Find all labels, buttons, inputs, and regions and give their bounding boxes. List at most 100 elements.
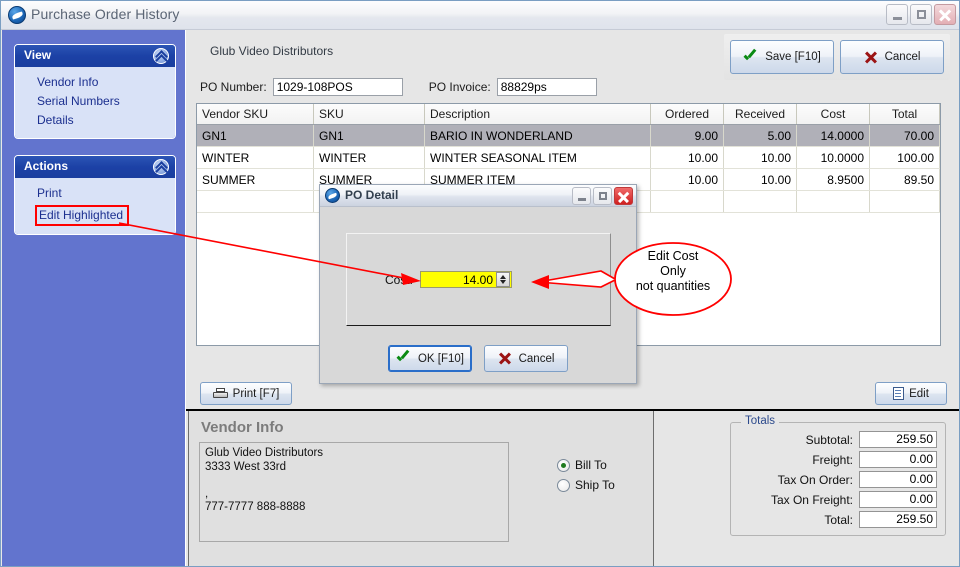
radio-bill-to-icon[interactable] xyxy=(557,458,570,472)
cell-vendor-sku: WINTER xyxy=(197,146,314,169)
sidebar-item-details[interactable]: Details xyxy=(15,111,175,130)
totals-row-freight: Freight: 0.00 xyxy=(731,450,937,469)
panel-body-view: Vendor Info Serial Numbers Details xyxy=(15,67,175,138)
print-f7-label: Print [F7] xyxy=(232,387,280,400)
po-detail-dialog: PO Detail Cost: 14.00 OK [F10] Cancel xyxy=(319,184,637,384)
cell-description: WINTER SEASONAL ITEM xyxy=(424,146,651,169)
cell-description: BARIO IN WONDERLAND xyxy=(424,124,651,147)
totals-rows: Subtotal: 259.50 Freight: 0.00 Tax On Or… xyxy=(731,423,945,529)
totals-label-tax-on-order: Tax On Order: xyxy=(777,472,853,487)
table-row[interactable]: GN1 GN1 BARIO IN WONDERLAND 9.00 5.00 14… xyxy=(197,124,940,147)
panel-header-view[interactable]: View xyxy=(15,45,175,67)
vendor-address-text: Glub Video Distributors 3333 West 33rd ,… xyxy=(199,442,509,542)
dialog-ok-button[interactable]: OK [F10] xyxy=(388,345,472,372)
address-type-radio-group: Bill To Ship To xyxy=(557,455,615,495)
totals-group: Totals Subtotal: 259.50 Freight: 0.00 Ta… xyxy=(730,415,946,536)
column-header-vendor-sku[interactable]: Vendor SKU xyxy=(197,104,314,125)
totals-label-freight: Freight: xyxy=(812,452,853,467)
panel-title-view: View xyxy=(24,48,52,62)
totals-row-total: Total: 259.50 xyxy=(731,510,937,529)
totals-row-subtotal: Subtotal: 259.50 xyxy=(731,430,937,449)
printer-icon xyxy=(212,387,228,400)
close-button[interactable] xyxy=(934,4,956,25)
print-f7-button[interactable]: Print [F7] xyxy=(200,382,292,405)
dialog-field-group: Cost: 14.00 xyxy=(346,233,611,326)
dialog-title: PO Detail xyxy=(345,188,399,202)
sidebar-item-vendor-info[interactable]: Vendor Info xyxy=(15,73,175,92)
cell-received: 5.00 xyxy=(723,124,797,147)
cost-input-value: 14.00 xyxy=(462,272,494,287)
totals-value-tax-on-order[interactable]: 0.00 xyxy=(859,471,937,488)
panel-body-actions: Print Edit Highlighted xyxy=(15,178,175,234)
totals-value-total[interactable]: 259.50 xyxy=(859,511,937,528)
document-icon xyxy=(893,387,905,400)
radio-bill-to-label: Bill To xyxy=(575,458,607,472)
cell-sku: GN1 xyxy=(313,124,425,147)
cost-input[interactable]: 14.00 xyxy=(420,271,513,288)
minimize-icon xyxy=(893,17,902,20)
purchase-order-history-window: Purchase Order History View Vendor Info … xyxy=(0,0,960,567)
window-controls xyxy=(886,4,956,25)
cancel-button[interactable]: Cancel xyxy=(840,40,944,74)
table-row[interactable]: WINTER WINTER WINTER SEASONAL ITEM 10.00… xyxy=(197,146,940,169)
minimize-button[interactable] xyxy=(886,4,908,25)
radio-ship-to-icon[interactable] xyxy=(557,478,570,492)
totals-label-total: Total: xyxy=(824,512,853,527)
column-header-received[interactable]: Received xyxy=(723,104,797,125)
totals-row-tax-on-order: Tax On Order: 0.00 xyxy=(731,470,937,489)
chevron-up-circle-icon[interactable] xyxy=(153,48,169,64)
po-invoice-input[interactable] xyxy=(496,78,597,96)
totals-area: Totals Subtotal: 259.50 Freight: 0.00 Ta… xyxy=(654,411,959,566)
cancel-button-label: Cancel xyxy=(884,51,921,63)
chevron-up-circle-icon[interactable] xyxy=(153,159,169,175)
up-down-spinner-icon[interactable] xyxy=(496,272,511,287)
red-x-icon xyxy=(498,352,512,365)
column-header-cost[interactable]: Cost xyxy=(796,104,870,125)
sidebar-item-serial-numbers[interactable]: Serial Numbers xyxy=(15,92,175,111)
column-header-ordered[interactable]: Ordered xyxy=(650,104,724,125)
maximize-button[interactable] xyxy=(910,4,932,25)
cell-received: 10.00 xyxy=(723,146,797,169)
cell-cost: 14.0000 xyxy=(796,124,870,147)
po-number-input[interactable] xyxy=(272,78,403,96)
edit-button[interactable]: Edit xyxy=(875,382,947,405)
dialog-minimize-button[interactable] xyxy=(572,187,591,205)
save-button[interactable]: Save [F10] xyxy=(730,40,834,74)
sidebar-item-print[interactable]: Print xyxy=(15,184,175,203)
column-header-total[interactable]: Total xyxy=(869,104,940,125)
green-check-icon xyxy=(396,352,411,365)
panel-header-actions[interactable]: Actions xyxy=(15,156,175,178)
column-header-sku[interactable]: SKU xyxy=(313,104,425,125)
dialog-close-button[interactable] xyxy=(614,187,633,205)
cell-vendor-sku: SUMMER xyxy=(197,168,314,191)
table-header-row: Vendor SKU SKU Description Ordered Recei… xyxy=(197,104,940,125)
radio-ship-to-label: Ship To xyxy=(575,478,615,492)
callout-line-3: not quantities xyxy=(635,279,711,293)
cell-ordered: 10.00 xyxy=(650,168,724,191)
cell-cost: 10.0000 xyxy=(796,146,870,169)
callout-line-2: Only xyxy=(660,264,686,278)
radio-option-ship-to[interactable]: Ship To xyxy=(557,475,615,495)
vendor-info-panel: Vendor Info Glub Video Distributors 3333… xyxy=(188,411,654,566)
dialog-ok-label: OK [F10] xyxy=(417,352,465,365)
maximize-icon xyxy=(917,10,926,19)
cell-total: 70.00 xyxy=(869,124,940,147)
radio-option-bill-to[interactable]: Bill To xyxy=(557,455,615,475)
totals-value-tax-on-freight[interactable]: 0.00 xyxy=(859,491,937,508)
window-titlebar: Purchase Order History xyxy=(1,1,959,30)
dialog-window-controls xyxy=(572,187,633,205)
cell-received: 10.00 xyxy=(723,168,797,191)
totals-value-freight[interactable]: 0.00 xyxy=(859,451,937,468)
sidebar-item-edit-highlighted[interactable]: Edit Highlighted xyxy=(35,205,130,226)
totals-label-tax-on-freight: Tax On Freight: xyxy=(770,492,853,507)
callout-line-1: Edit Cost xyxy=(647,249,699,263)
totals-value-subtotal[interactable]: 259.50 xyxy=(859,431,937,448)
column-header-description[interactable]: Description xyxy=(424,104,651,125)
dialog-maximize-button[interactable] xyxy=(593,187,612,205)
dialog-titlebar: PO Detail xyxy=(320,185,636,207)
cost-label: Cost: xyxy=(385,272,414,287)
save-button-label: Save [F10] xyxy=(765,51,821,63)
dialog-cancel-button[interactable]: Cancel xyxy=(484,345,568,372)
vendor-info-title: Vendor Info xyxy=(201,419,284,436)
cell-ordered: 9.00 xyxy=(650,124,724,147)
